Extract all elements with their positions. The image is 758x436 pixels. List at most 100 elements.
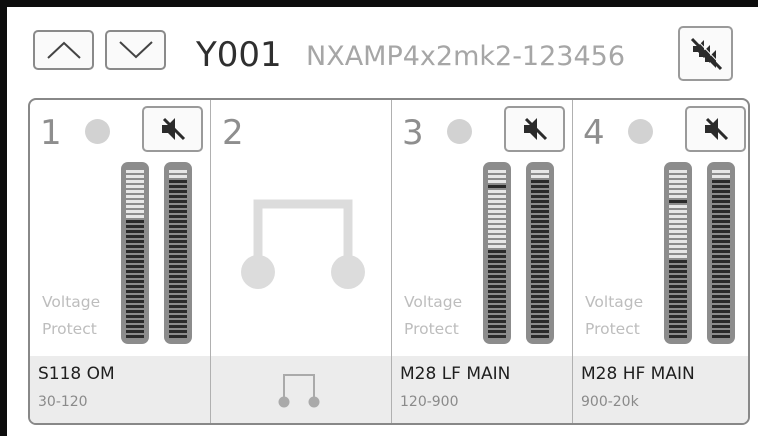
meter-segment (669, 310, 687, 313)
meter-segment (488, 260, 506, 263)
meter-segment (169, 245, 187, 248)
meter-segment (169, 285, 187, 288)
meter-segment (531, 335, 549, 338)
channel-4-mute-button[interactable] (685, 106, 746, 152)
meter-segment (531, 195, 549, 198)
channel-number: 3 (402, 113, 424, 153)
meter-segment (669, 280, 687, 283)
meter-segment (669, 330, 687, 333)
meter-segment (169, 280, 187, 283)
meter-segment (669, 335, 687, 338)
meter-segment (669, 235, 687, 238)
meter-segment (712, 240, 730, 243)
meter-segment (712, 315, 730, 318)
meter-segment (126, 225, 144, 228)
meter-segment (169, 300, 187, 303)
meter-segment (531, 190, 549, 193)
meter-segment (126, 275, 144, 278)
meter-segment (531, 225, 549, 228)
meter-segment (712, 260, 730, 263)
meter-segment (531, 200, 549, 203)
meter-segment (488, 270, 506, 273)
output-meter-left (483, 162, 511, 344)
meter-segment (669, 185, 687, 188)
channel-3-mute-button[interactable] (504, 106, 565, 152)
meter-segment (126, 210, 144, 213)
meter-segment (169, 195, 187, 198)
meter-segment (488, 230, 506, 233)
meter-segment (126, 235, 144, 238)
meter-segment (169, 305, 187, 308)
meter-segment (531, 230, 549, 233)
meter-segment (488, 175, 506, 178)
meter-segment (488, 325, 506, 328)
meter-segment (126, 265, 144, 268)
meter-segment (169, 230, 187, 233)
meter-segment (126, 185, 144, 188)
output-meter-right (707, 162, 735, 344)
meter-segment (126, 315, 144, 318)
meter-segment (488, 220, 506, 223)
meter-segment (531, 250, 549, 253)
meter-segment (712, 330, 730, 333)
meter-segment (169, 180, 187, 183)
meter-segment (126, 270, 144, 273)
meter-segment (669, 325, 687, 328)
meter-segment (531, 220, 549, 223)
meter-segment (488, 170, 506, 173)
meter-segment (169, 270, 187, 273)
meter-segment (126, 215, 144, 218)
next-device-button[interactable] (105, 30, 166, 70)
meter-segment (712, 190, 730, 193)
mute-all-button[interactable] (678, 26, 733, 81)
meter-segment (531, 325, 549, 328)
meter-segment (712, 310, 730, 313)
channel-number: 1 (40, 113, 62, 153)
voltage-protect-label: Protect (404, 320, 459, 338)
meter-segment (712, 210, 730, 213)
meter-segment (488, 250, 506, 253)
meter-segment (169, 215, 187, 218)
meter-segment (488, 210, 506, 213)
meter-segment (712, 270, 730, 273)
meter-segment (669, 300, 687, 303)
voltage-protect-label: Voltage (404, 293, 463, 311)
meter-segment (531, 310, 549, 313)
meter-segment (531, 275, 549, 278)
meter-segment (126, 260, 144, 263)
meter-segment (169, 235, 187, 238)
meter-segment (531, 175, 549, 178)
meter-segment (169, 220, 187, 223)
meter-segment (531, 170, 549, 173)
meter-segment (712, 225, 730, 228)
meter-segment (712, 220, 730, 223)
channel-divider (210, 100, 211, 423)
meter-segment (669, 205, 687, 208)
chevron-up-icon (46, 41, 81, 59)
meter-segment (669, 240, 687, 243)
meter-segment (126, 170, 144, 173)
meter-segment (488, 290, 506, 293)
meter-segment (669, 210, 687, 213)
meter-segment (712, 180, 730, 183)
meter-segment (169, 265, 187, 268)
meter-segment (488, 315, 506, 318)
signal-led (628, 119, 653, 144)
voltage-protect-label: Voltage (585, 293, 644, 311)
meter-segment (126, 180, 144, 183)
meter-segment (169, 185, 187, 188)
meter-segment (126, 320, 144, 323)
meter-segment (169, 325, 187, 328)
output-meter-right (164, 162, 192, 344)
previous-device-button[interactable] (33, 30, 94, 70)
meter-segment (488, 320, 506, 323)
meter-segment (169, 310, 187, 313)
meter-segment (712, 215, 730, 218)
channel-1-mute-button[interactable] (142, 106, 203, 152)
meter-segment (488, 225, 506, 228)
meter-segment (488, 275, 506, 278)
meter-segment (531, 270, 549, 273)
meter-segment (488, 330, 506, 333)
channel-name: S118 OM (38, 364, 115, 384)
meter-segment (669, 230, 687, 233)
